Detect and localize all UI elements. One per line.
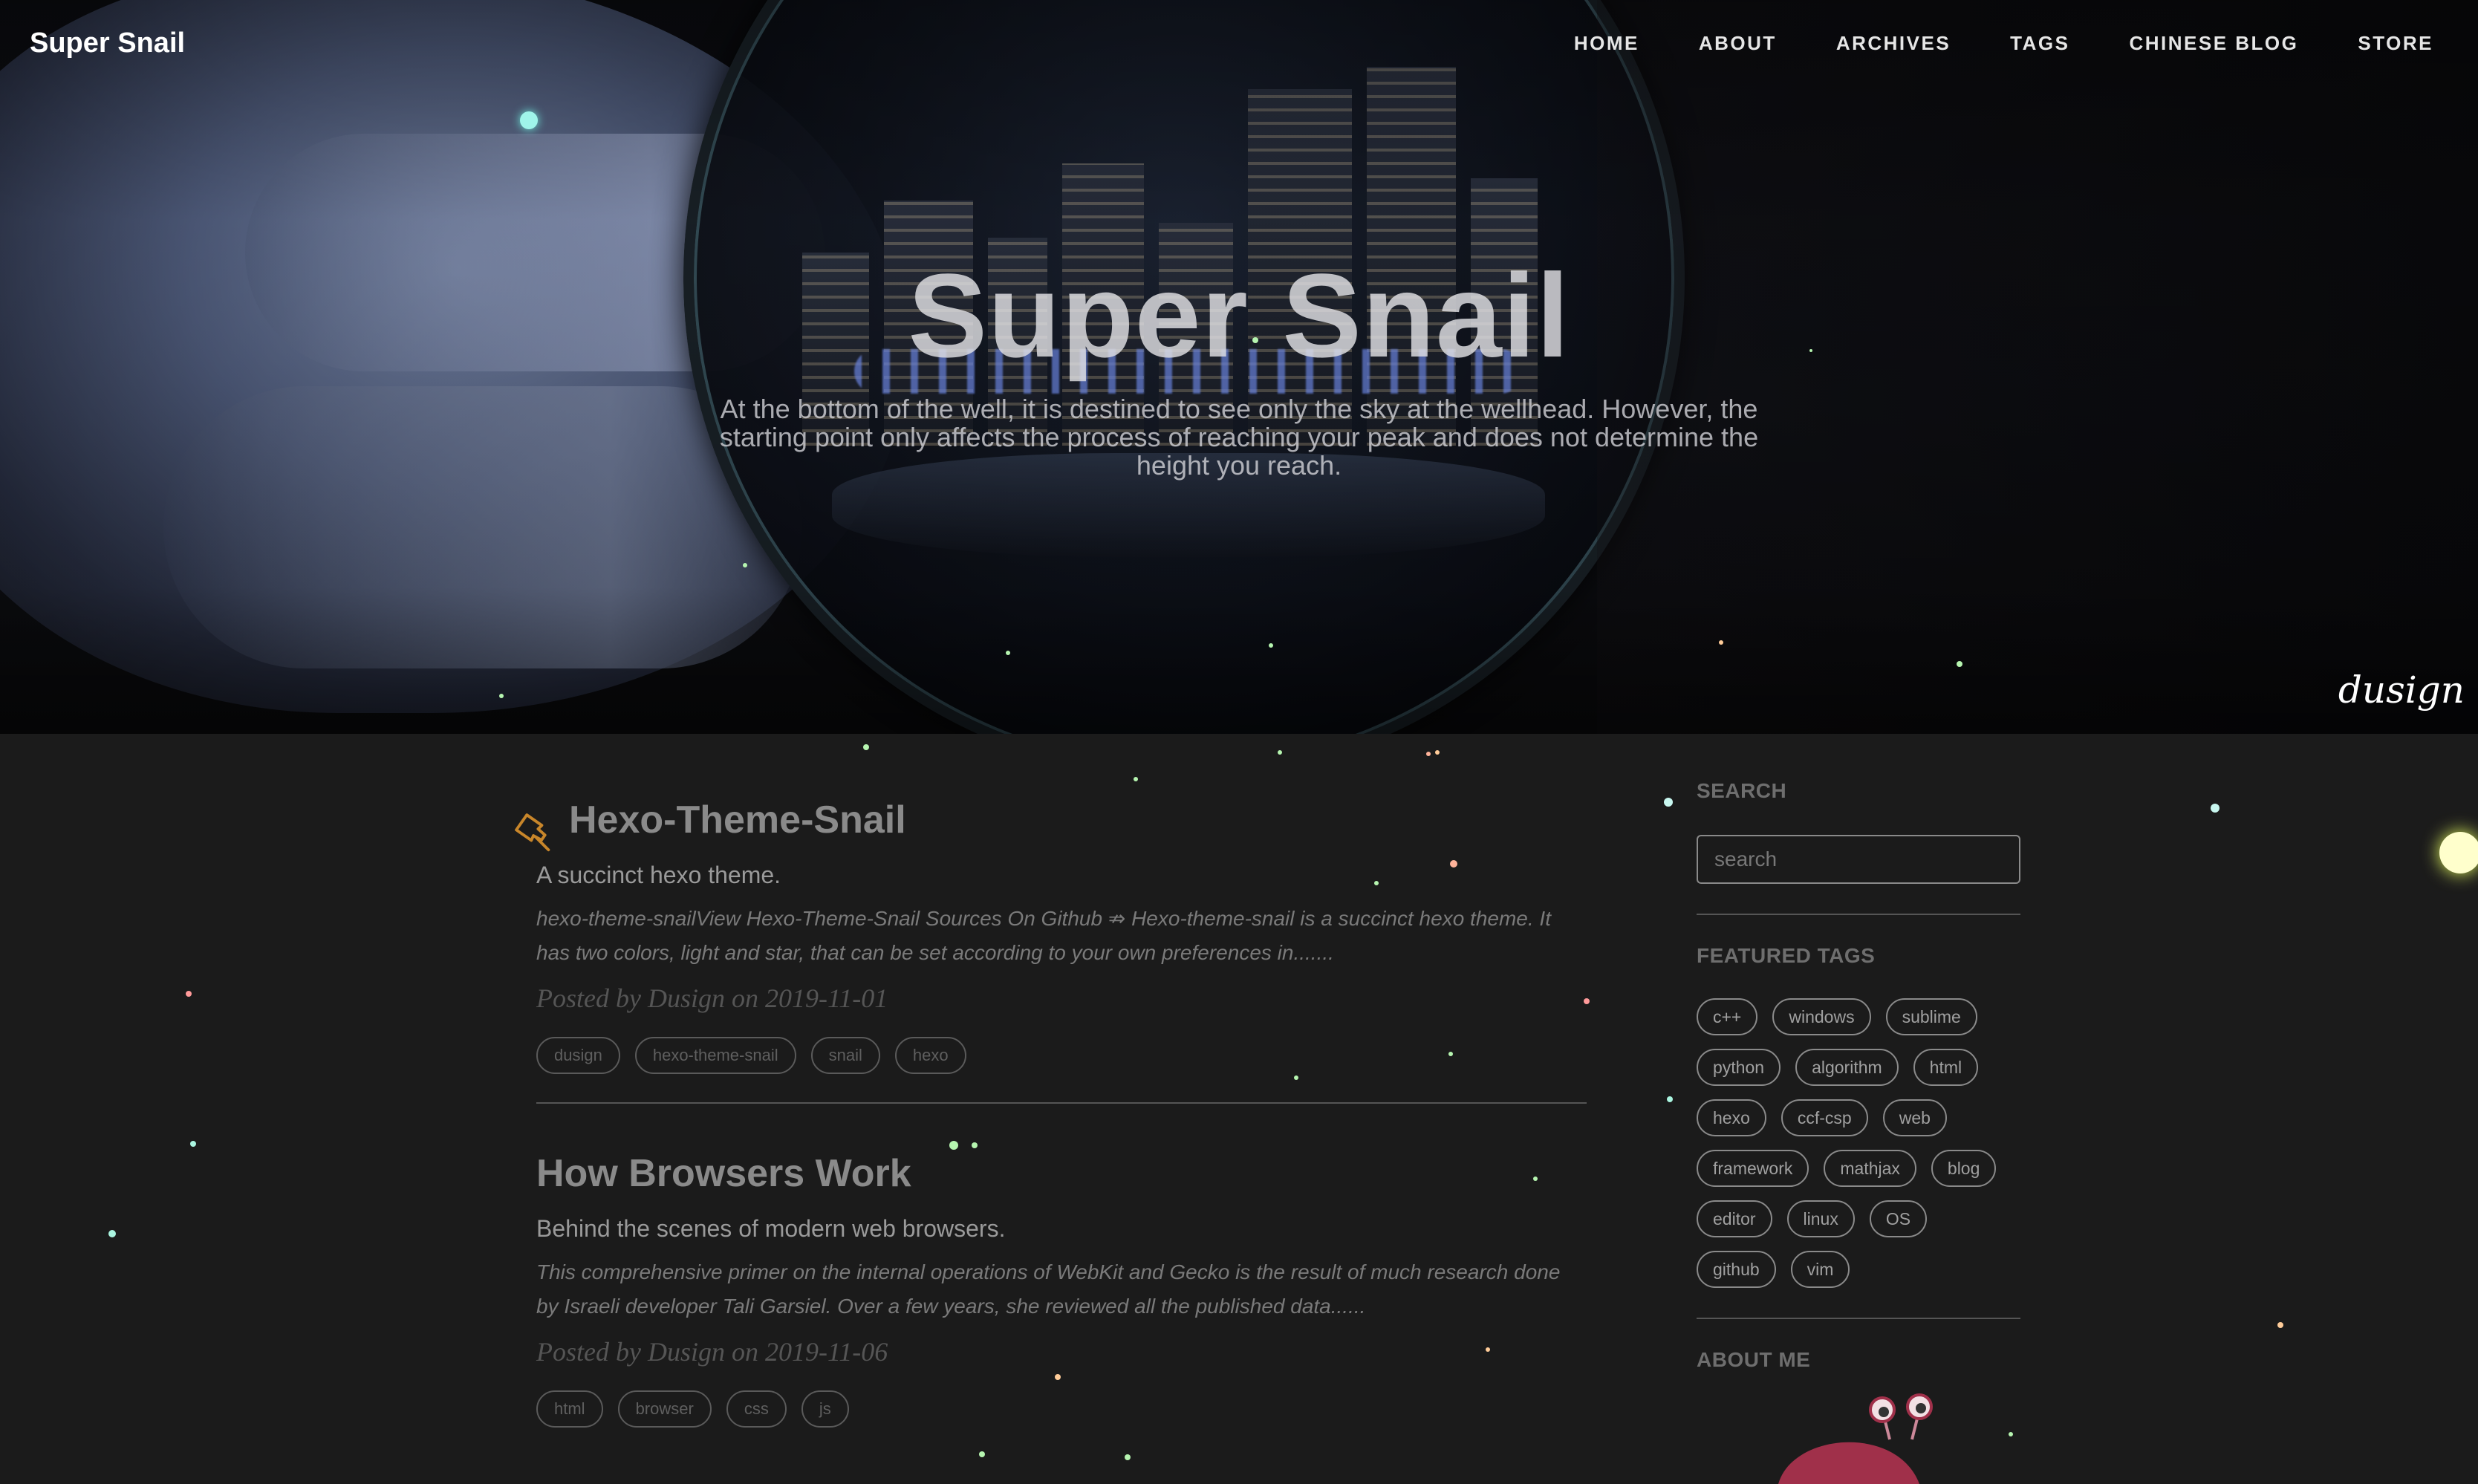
star — [1006, 651, 1010, 655]
featured-tag[interactable]: algorithm — [1795, 1049, 1899, 1086]
top-nav: HOME ABOUT ARCHIVES TAGS CHINESE BLOG ST… — [1544, 31, 2463, 55]
featured-tag[interactable]: github — [1697, 1251, 1776, 1288]
star — [1426, 752, 1431, 756]
star — [1278, 750, 1282, 755]
post-tag[interactable]: browser — [617, 1390, 712, 1428]
star — [1134, 777, 1138, 781]
star — [1055, 1374, 1061, 1380]
star — [1957, 661, 1962, 667]
post-tag[interactable]: js — [801, 1390, 849, 1428]
star — [499, 694, 504, 698]
star — [1664, 798, 1673, 807]
star — [2211, 804, 2220, 813]
star — [1533, 1177, 1538, 1181]
star — [1269, 643, 1273, 648]
post-subtitle: Behind the scenes of modern web browsers… — [536, 1215, 1006, 1242]
star — [108, 1230, 116, 1237]
featured-tag[interactable]: vim — [1790, 1251, 1850, 1288]
snail-avatar — [1778, 1393, 1933, 1484]
star — [190, 1141, 196, 1147]
post-item: Hexo-Theme-Snail A succinct hexo theme. … — [515, 795, 1587, 1074]
star — [979, 1451, 985, 1457]
star — [1667, 1096, 1673, 1102]
star — [186, 991, 192, 997]
sidebar-divider — [1697, 1318, 2020, 1319]
star — [1435, 750, 1440, 755]
post-tag[interactable]: snail — [810, 1037, 880, 1074]
brand-link[interactable]: Super Snail — [30, 27, 185, 59]
featured-tags-heading: FEATURED TAGS — [1697, 944, 1876, 967]
post-title-link[interactable]: How Browsers Work — [536, 1148, 911, 1199]
star — [863, 744, 869, 750]
post-excerpt: hexo-theme-snailView Hexo-Theme-Snail So… — [536, 907, 1551, 964]
pushpin-icon — [515, 813, 550, 852]
featured-tag[interactable]: c++ — [1697, 998, 1758, 1035]
signature-logo: dusign — [2338, 668, 2465, 712]
star — [1294, 1075, 1298, 1080]
post-list: Hexo-Theme-Snail A succinct hexo theme. … — [515, 795, 1587, 1428]
featured-tag[interactable]: hexo — [1697, 1099, 1766, 1136]
featured-tag[interactable]: sublime — [1885, 998, 1977, 1035]
post-tag[interactable]: html — [536, 1390, 603, 1428]
post-tag[interactable]: hexo-theme-snail — [634, 1037, 796, 1074]
star — [1125, 1454, 1131, 1460]
featured-tag[interactable]: OS — [1869, 1200, 1928, 1237]
featured-tag[interactable]: mathjax — [1824, 1150, 1916, 1187]
star — [743, 563, 747, 567]
featured-tag[interactable]: windows — [1772, 998, 1871, 1035]
post-item: How Browsers Work Behind the scenes of m… — [536, 1148, 1587, 1428]
star — [972, 1142, 978, 1148]
post-tag[interactable]: dusign — [536, 1037, 620, 1074]
post-tags: html browser css js — [536, 1390, 1587, 1428]
post-meta: Posted by Dusign on 2019-11-01 — [536, 983, 888, 1013]
post-tags: dusign hexo-theme-snail snail hexo — [536, 1037, 1587, 1074]
about-me-heading: ABOUT ME — [1697, 1348, 1811, 1371]
hero-subtitle: At the bottom of the well, it is destine… — [719, 394, 1759, 481]
featured-tag[interactable]: html — [1913, 1049, 1979, 1086]
star — [520, 111, 538, 129]
featured-tags: c++ windows sublime python algorithm htm… — [1697, 998, 2020, 1288]
search-heading: SEARCH — [1697, 779, 1787, 802]
nav-item-chinese-blog[interactable]: CHINESE BLOG — [2099, 31, 2328, 55]
post-tag[interactable]: css — [726, 1390, 787, 1428]
star — [949, 1141, 958, 1150]
star — [1719, 640, 1723, 645]
star — [1486, 1347, 1490, 1352]
star — [1448, 1052, 1453, 1056]
post-meta: Posted by Dusign on 2019-11-06 — [536, 1337, 888, 1367]
search-input[interactable] — [1697, 835, 2020, 884]
featured-tag[interactable]: python — [1697, 1049, 1781, 1086]
nav-item-about[interactable]: ABOUT — [1669, 31, 1807, 55]
sidebar: SEARCH FEATURED TAGS c++ windows sublime… — [1697, 778, 2020, 1484]
sidebar-divider — [1697, 914, 2020, 915]
star — [2277, 1322, 2283, 1328]
post-title-link[interactable]: Hexo-Theme-Snail — [569, 795, 906, 845]
featured-tag[interactable]: web — [1882, 1099, 1947, 1136]
star — [1450, 860, 1457, 868]
star — [1584, 998, 1590, 1004]
featured-tag[interactable]: ccf-csp — [1781, 1099, 1868, 1136]
post-tag[interactable]: hexo — [894, 1037, 966, 1074]
star — [2009, 1432, 2013, 1436]
post-divider — [536, 1102, 1587, 1104]
featured-tag[interactable]: linux — [1786, 1200, 1855, 1237]
star — [2439, 832, 2478, 873]
nav-item-store[interactable]: STORE — [2328, 31, 2463, 55]
nav-item-home[interactable]: HOME — [1544, 31, 1669, 55]
post-subtitle: A succinct hexo theme. — [536, 862, 781, 888]
star — [1374, 881, 1379, 885]
nav-item-archives[interactable]: ARCHIVES — [1807, 31, 1980, 55]
featured-tag[interactable]: framework — [1697, 1150, 1809, 1187]
nav-item-tags[interactable]: TAGS — [1980, 31, 2099, 55]
featured-tag[interactable]: blog — [1931, 1150, 1997, 1187]
star — [1252, 337, 1258, 343]
featured-tag[interactable]: editor — [1697, 1200, 1772, 1237]
post-excerpt: This comprehensive primer on the interna… — [536, 1260, 1561, 1318]
hero-title: Super Snail — [908, 249, 1570, 382]
star — [1809, 349, 1812, 352]
